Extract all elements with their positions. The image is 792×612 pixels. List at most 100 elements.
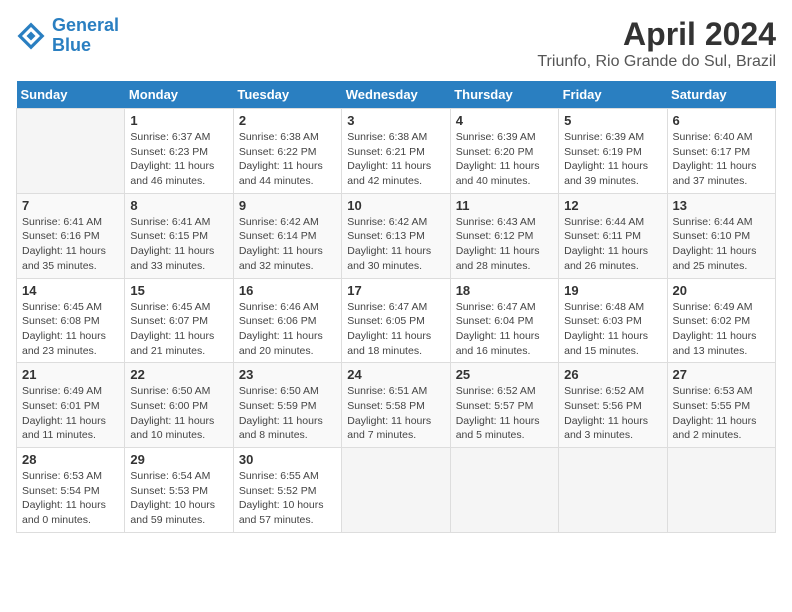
header-day-tuesday: Tuesday [233,81,341,109]
calendar-cell: 19 Sunrise: 6:48 AM Sunset: 6:03 PM Dayli… [559,278,667,363]
day-number: 30 [239,452,336,467]
day-number: 9 [239,198,336,213]
day-info: Sunrise: 6:37 AM Sunset: 6:23 PM Dayligh… [130,130,227,189]
calendar-cell [17,109,125,194]
calendar-cell: 27Sunrise: 6:53 AM Sunset: 5:55 PM Dayli… [667,363,775,448]
header-day-monday: Monday [125,81,233,109]
day-info: Sunrise: 6:46 AM Sunset: 6:06 PM Dayligh… [239,300,336,359]
day-number: 10 [347,198,444,213]
calendar-cell: 1Sunrise: 6:37 AM Sunset: 6:23 PM Daylig… [125,109,233,194]
day-number: 25 [456,367,553,382]
calendar-cell: 6Sunrise: 6:40 AM Sunset: 6:17 PM Daylig… [667,109,775,194]
calendar-body: 1Sunrise: 6:37 AM Sunset: 6:23 PM Daylig… [17,109,776,533]
day-info: Sunrise: 6:43 AM Sunset: 6:12 PM Dayligh… [456,215,553,274]
day-number: 20 [673,283,770,298]
day-info: Sunrise: 6:45 AM Sunset: 6:07 PM Dayligh… [130,300,227,359]
calendar-cell: 4 Sunrise: 6:39 AM Sunset: 6:20 PM Daylig… [450,109,558,194]
calendar-cell [667,448,775,533]
header-day-wednesday: Wednesday [342,81,450,109]
day-info: Sunrise: 6:38 AM Sunset: 6:21 PM Dayligh… [347,130,444,189]
day-number: 24 [347,367,444,382]
logo-line2: Blue [52,35,91,55]
logo-line1: General [52,15,119,35]
header-row: SundayMondayTuesdayWednesdayThursdayFrid… [17,81,776,109]
day-info: Sunrise: 6:41 AM Sunset: 6:16 PM Dayligh… [22,215,119,274]
day-number: 14 [22,283,119,298]
day-info: Sunrise: 6:41 AM Sunset: 6:15 PM Dayligh… [130,215,227,274]
calendar-cell [450,448,558,533]
day-number: 12 [564,198,661,213]
day-number: 15 [130,283,227,298]
calendar-cell: 12 Sunrise: 6:44 AM Sunset: 6:11 PM Dayli… [559,193,667,278]
day-number: 28 [22,452,119,467]
day-info: Sunrise: 6:49 AM Sunset: 6:02 PM Dayligh… [673,300,770,359]
day-number: 19 [564,283,661,298]
day-info: Sunrise: 6:55 AM Sunset: 5:52 PM Dayligh… [239,469,336,528]
calendar-cell: 2Sunrise: 6:38 AM Sunset: 6:22 PM Daylig… [233,109,341,194]
week-row-1: 1Sunrise: 6:37 AM Sunset: 6:23 PM Daylig… [17,109,776,194]
day-info: Sunrise: 6:39 AM Sunset: 6:20 PM Dayligh… [456,130,553,189]
calendar-subtitle: Triunfo, Rio Grande do Sul, Brazil [537,53,776,71]
day-number: 11 [456,198,553,213]
calendar-header: SundayMondayTuesdayWednesdayThursdayFrid… [17,81,776,109]
header-day-thursday: Thursday [450,81,558,109]
logo-text: General Blue [52,16,119,56]
day-number: 7 [22,198,119,213]
day-info: Sunrise: 6:44 AM Sunset: 6:11 PM Dayligh… [564,215,661,274]
calendar-cell [559,448,667,533]
header-day-friday: Friday [559,81,667,109]
calendar-cell: 28Sunrise: 6:53 AM Sunset: 5:54 PM Dayli… [17,448,125,533]
calendar-cell: 23Sunrise: 6:50 AM Sunset: 5:59 PM Dayli… [233,363,341,448]
day-info: Sunrise: 6:51 AM Sunset: 5:58 PM Dayligh… [347,384,444,443]
day-info: Sunrise: 6:53 AM Sunset: 5:55 PM Dayligh… [673,384,770,443]
page-header: General Blue April 2024 Triunfo, Rio Gra… [16,16,776,71]
header-day-sunday: Sunday [17,81,125,109]
day-info: Sunrise: 6:42 AM Sunset: 6:13 PM Dayligh… [347,215,444,274]
calendar-cell: 18 Sunrise: 6:47 AM Sunset: 6:04 PM Dayli… [450,278,558,363]
day-info: Sunrise: 6:54 AM Sunset: 5:53 PM Dayligh… [130,469,227,528]
calendar-cell: 9Sunrise: 6:42 AM Sunset: 6:14 PM Daylig… [233,193,341,278]
day-number: 13 [673,198,770,213]
day-info: Sunrise: 6:49 AM Sunset: 6:01 PM Dayligh… [22,384,119,443]
week-row-2: 7 Sunrise: 6:41 AM Sunset: 6:16 PM Daylig… [17,193,776,278]
week-row-4: 21 Sunrise: 6:49 AM Sunset: 6:01 PM Dayli… [17,363,776,448]
logo: General Blue [16,16,119,56]
calendar-cell: 22Sunrise: 6:50 AM Sunset: 6:00 PM Dayli… [125,363,233,448]
week-row-3: 14Sunrise: 6:45 AM Sunset: 6:08 PM Dayli… [17,278,776,363]
day-number: 4 [456,113,553,128]
calendar-cell: 16 Sunrise: 6:46 AM Sunset: 6:06 PM Dayli… [233,278,341,363]
day-info: Sunrise: 6:48 AM Sunset: 6:03 PM Dayligh… [564,300,661,359]
day-number: 17 [347,283,444,298]
calendar-cell: 10 Sunrise: 6:42 AM Sunset: 6:13 PM Dayli… [342,193,450,278]
day-info: Sunrise: 6:50 AM Sunset: 5:59 PM Dayligh… [239,384,336,443]
calendar-cell: 24 Sunrise: 6:51 AM Sunset: 5:58 PM Dayli… [342,363,450,448]
day-info: Sunrise: 6:47 AM Sunset: 6:05 PM Dayligh… [347,300,444,359]
calendar-cell: 17 Sunrise: 6:47 AM Sunset: 6:05 PM Dayli… [342,278,450,363]
header-day-saturday: Saturday [667,81,775,109]
calendar-cell: 5 Sunrise: 6:39 AM Sunset: 6:19 PM Daylig… [559,109,667,194]
day-number: 21 [22,367,119,382]
day-number: 2 [239,113,336,128]
calendar-cell: 13 Sunrise: 6:44 AM Sunset: 6:10 PM Dayli… [667,193,775,278]
day-number: 18 [456,283,553,298]
title-block: April 2024 Triunfo, Rio Grande do Sul, B… [537,16,776,71]
day-info: Sunrise: 6:44 AM Sunset: 6:10 PM Dayligh… [673,215,770,274]
day-number: 3 [347,113,444,128]
day-number: 16 [239,283,336,298]
day-number: 8 [130,198,227,213]
calendar-cell: 30 Sunrise: 6:55 AM Sunset: 5:52 PM Dayli… [233,448,341,533]
calendar-cell: 14Sunrise: 6:45 AM Sunset: 6:08 PM Dayli… [17,278,125,363]
day-number: 29 [130,452,227,467]
day-info: Sunrise: 6:47 AM Sunset: 6:04 PM Dayligh… [456,300,553,359]
calendar-cell: 11 Sunrise: 6:43 AM Sunset: 6:12 PM Dayli… [450,193,558,278]
calendar-cell: 20 Sunrise: 6:49 AM Sunset: 6:02 PM Dayli… [667,278,775,363]
calendar-cell: 15 Sunrise: 6:45 AM Sunset: 6:07 PM Dayli… [125,278,233,363]
day-info: Sunrise: 6:40 AM Sunset: 6:17 PM Dayligh… [673,130,770,189]
day-info: Sunrise: 6:52 AM Sunset: 5:56 PM Dayligh… [564,384,661,443]
calendar-cell: 29 Sunrise: 6:54 AM Sunset: 5:53 PM Dayli… [125,448,233,533]
week-row-5: 28Sunrise: 6:53 AM Sunset: 5:54 PM Dayli… [17,448,776,533]
calendar-cell: 7 Sunrise: 6:41 AM Sunset: 6:16 PM Daylig… [17,193,125,278]
day-number: 5 [564,113,661,128]
day-info: Sunrise: 6:39 AM Sunset: 6:19 PM Dayligh… [564,130,661,189]
calendar-cell: 8 Sunrise: 6:41 AM Sunset: 6:15 PM Daylig… [125,193,233,278]
